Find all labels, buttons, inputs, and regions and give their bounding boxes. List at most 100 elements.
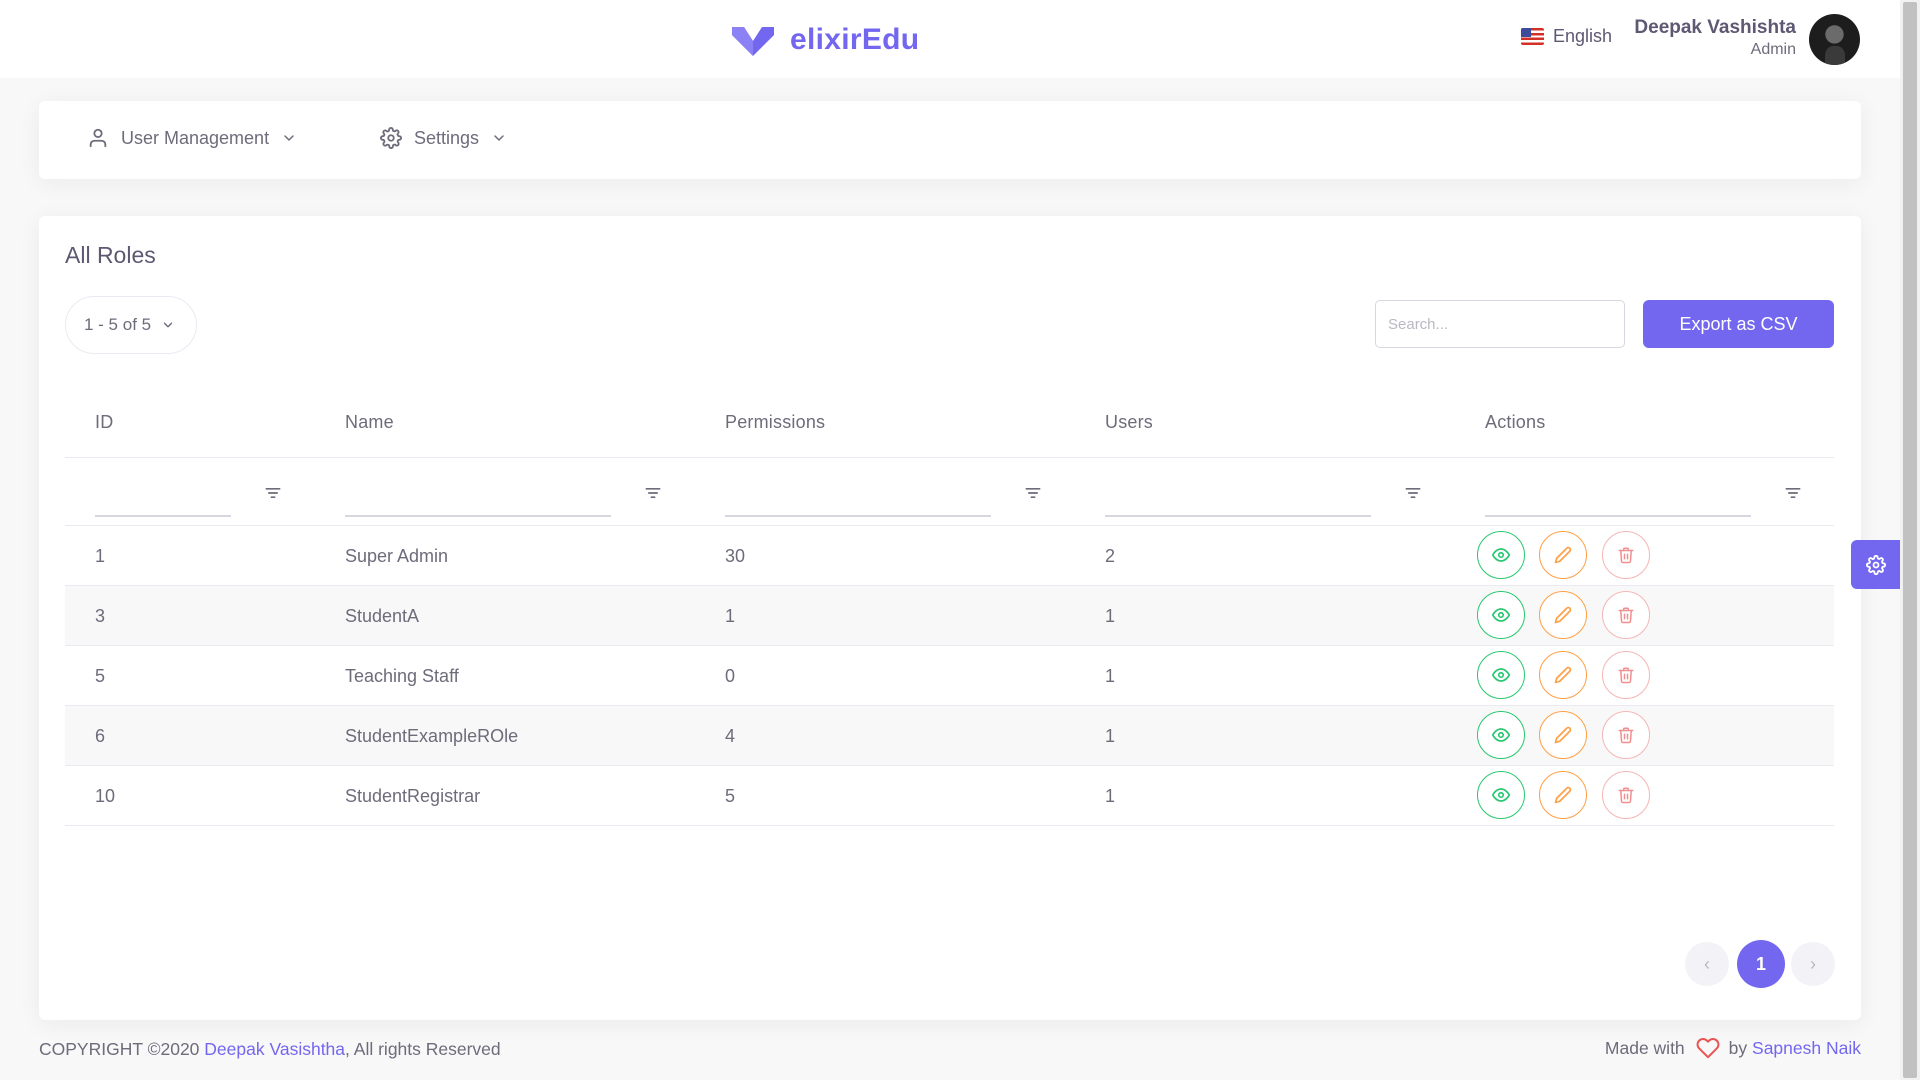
page-scrollbar-thumb[interactable] bbox=[1903, 2, 1917, 1078]
per-page-value: 1 - 5 of 5 bbox=[84, 315, 152, 334]
cell-permissions: 1 bbox=[725, 606, 736, 626]
trash-icon bbox=[1617, 606, 1635, 624]
eye-icon bbox=[1492, 546, 1510, 564]
table-header: ID Name Permissions Users Actions bbox=[65, 376, 1834, 458]
eye-icon bbox=[1492, 726, 1510, 744]
cell-id: 1 bbox=[95, 546, 106, 566]
delete-button[interactable] bbox=[1602, 711, 1650, 759]
delete-button[interactable] bbox=[1602, 651, 1650, 699]
gear-icon bbox=[1865, 554, 1886, 575]
horizontal-menu: User Management Settings bbox=[39, 101, 1861, 179]
avatar[interactable] bbox=[1809, 14, 1860, 65]
cell-permissions: 30 bbox=[725, 546, 746, 566]
view-button[interactable] bbox=[1477, 531, 1525, 579]
column-header-users[interactable]: Users bbox=[1105, 412, 1153, 433]
eye-icon bbox=[1492, 666, 1510, 684]
filter-input-id[interactable] bbox=[95, 515, 231, 517]
view-button[interactable] bbox=[1477, 591, 1525, 639]
page-title: All Roles bbox=[65, 242, 156, 268]
user-info[interactable]: Deepak Vashishta Admin bbox=[1620, 16, 1796, 60]
view-button[interactable] bbox=[1477, 651, 1525, 699]
delete-button[interactable] bbox=[1602, 771, 1650, 819]
maker-link[interactable]: Sapnesh Naik bbox=[1752, 1038, 1861, 1059]
user-icon bbox=[89, 128, 107, 148]
cell-id: 10 bbox=[95, 786, 116, 806]
chevron-down-icon bbox=[494, 135, 504, 141]
edit-button[interactable] bbox=[1539, 531, 1587, 579]
cell-users: 1 bbox=[1105, 786, 1116, 806]
menu-item-label: User Management bbox=[121, 127, 270, 148]
filter-icon[interactable] bbox=[643, 483, 663, 503]
trash-icon bbox=[1617, 726, 1635, 744]
footer-made-with: Made with by Sapnesh Naik bbox=[1605, 1036, 1861, 1060]
view-button[interactable] bbox=[1477, 711, 1525, 759]
table-row: 3 StudentA 1 1 bbox=[65, 586, 1834, 646]
chevron-down-icon bbox=[163, 322, 173, 328]
customizer-toggle-button[interactable] bbox=[1851, 540, 1900, 589]
menu-item-user-management[interactable]: User Management bbox=[87, 127, 297, 149]
brand[interactable]: elixirEdu bbox=[730, 20, 919, 60]
author-link[interactable]: Deepak Vasishtha bbox=[204, 1039, 345, 1059]
view-button[interactable] bbox=[1477, 771, 1525, 819]
chevron-down-icon bbox=[284, 135, 294, 141]
filter-icon[interactable] bbox=[263, 483, 283, 503]
pagination-page-1[interactable]: 1 bbox=[1737, 940, 1785, 988]
pagination-prev[interactable]: ‹ bbox=[1685, 942, 1729, 986]
table-body: 1 Super Admin 30 2 3 StudentA 1 1 5 Teaching Staf… bbox=[65, 526, 1834, 826]
cell-users: 1 bbox=[1105, 606, 1116, 626]
by-text: by bbox=[1728, 1037, 1753, 1058]
cell-id: 5 bbox=[95, 666, 106, 686]
edit-button[interactable] bbox=[1539, 711, 1587, 759]
filter-input-permissions[interactable] bbox=[725, 515, 991, 517]
menu-item-settings[interactable]: Settings bbox=[380, 127, 507, 149]
footer-copyright: COPYRIGHT ©2020 Deepak Vasishtha, All ri… bbox=[39, 1039, 501, 1060]
filter-input-actions[interactable] bbox=[1485, 515, 1751, 517]
pencil-icon bbox=[1554, 726, 1572, 744]
per-page-select[interactable]: 1 - 5 of 5 bbox=[65, 296, 197, 354]
pagination-next[interactable]: › bbox=[1791, 942, 1835, 986]
filter-input-users[interactable] bbox=[1105, 515, 1371, 517]
copyright-prefix: COPYRIGHT ©2020 bbox=[39, 1039, 205, 1059]
cell-users: 1 bbox=[1105, 666, 1116, 686]
gear-icon bbox=[380, 127, 402, 149]
search-input[interactable] bbox=[1375, 300, 1625, 348]
column-header-actions[interactable]: Actions bbox=[1485, 412, 1545, 433]
filter-icon[interactable] bbox=[1783, 483, 1803, 503]
pencil-icon bbox=[1554, 546, 1572, 564]
menu-item-label: Settings bbox=[414, 127, 480, 148]
table-row: 5 Teaching Staff 0 1 bbox=[65, 646, 1834, 706]
us-flag-icon bbox=[1521, 28, 1544, 45]
export-csv-button[interactable]: Export as CSV bbox=[1643, 300, 1834, 348]
filter-input-name[interactable] bbox=[345, 515, 611, 517]
pencil-icon bbox=[1554, 666, 1572, 684]
column-header-permissions[interactable]: Permissions bbox=[725, 412, 825, 433]
filter-icon[interactable] bbox=[1023, 483, 1043, 503]
cell-name: Teaching Staff bbox=[345, 666, 459, 686]
filter-icon[interactable] bbox=[1403, 483, 1423, 503]
user-role: Admin bbox=[1750, 41, 1796, 58]
delete-button[interactable] bbox=[1602, 591, 1650, 639]
edit-button[interactable] bbox=[1539, 771, 1587, 819]
cell-id: 3 bbox=[95, 606, 106, 626]
table-row: 6 StudentExampleROle 4 1 bbox=[65, 706, 1834, 766]
column-header-id[interactable]: ID bbox=[95, 412, 113, 433]
language-selector[interactable]: English bbox=[1521, 26, 1612, 47]
cell-permissions: 4 bbox=[725, 726, 736, 746]
user-name: Deepak Vashishta bbox=[1634, 17, 1796, 38]
trash-icon bbox=[1617, 546, 1635, 564]
cell-permissions: 0 bbox=[725, 666, 736, 686]
cell-name: StudentRegistrar bbox=[345, 786, 481, 806]
delete-button[interactable] bbox=[1602, 531, 1650, 579]
heart-icon bbox=[1696, 1038, 1720, 1059]
edit-button[interactable] bbox=[1539, 591, 1587, 639]
table-row: 1 Super Admin 30 2 bbox=[65, 526, 1834, 586]
made-with-text: Made with bbox=[1604, 1037, 1685, 1058]
copyright-suffix: , All rights Reserved bbox=[345, 1039, 501, 1059]
table-row: 10 StudentRegistrar 5 1 bbox=[65, 766, 1834, 826]
cell-name: StudentA bbox=[345, 606, 420, 626]
column-header-name[interactable]: Name bbox=[345, 412, 394, 433]
filter-row bbox=[65, 458, 1834, 526]
eye-icon bbox=[1492, 786, 1510, 804]
edit-button[interactable] bbox=[1539, 651, 1587, 699]
roles-table: ID Name Permissions Users Actions 1 Super… bbox=[65, 376, 1834, 826]
